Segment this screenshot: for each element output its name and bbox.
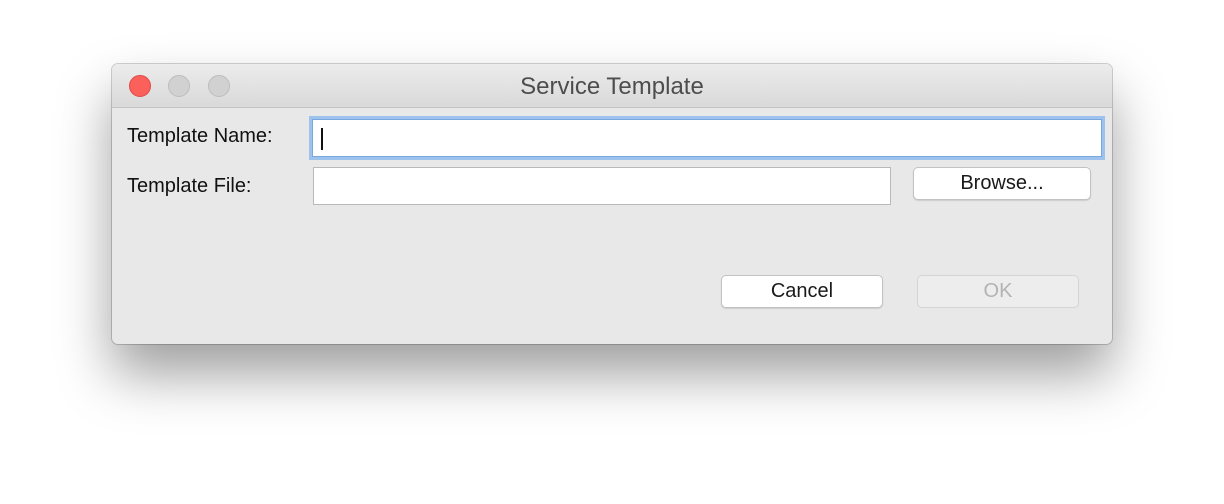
browse-button[interactable]: Browse... [913, 167, 1091, 200]
window-title: Service Template [520, 73, 704, 100]
title-bar[interactable]: Service Template [112, 64, 1112, 108]
template-file-input[interactable] [313, 167, 891, 205]
cancel-button[interactable]: Cancel [721, 275, 883, 308]
template-name-label: Template Name: [127, 125, 273, 147]
ok-button[interactable]: OK [917, 275, 1079, 308]
text-caret [321, 128, 323, 150]
template-file-label: Template File: [127, 175, 252, 197]
service-template-dialog: Service Template Template Name: Template… [112, 64, 1112, 344]
template-name-input[interactable] [312, 119, 1102, 157]
